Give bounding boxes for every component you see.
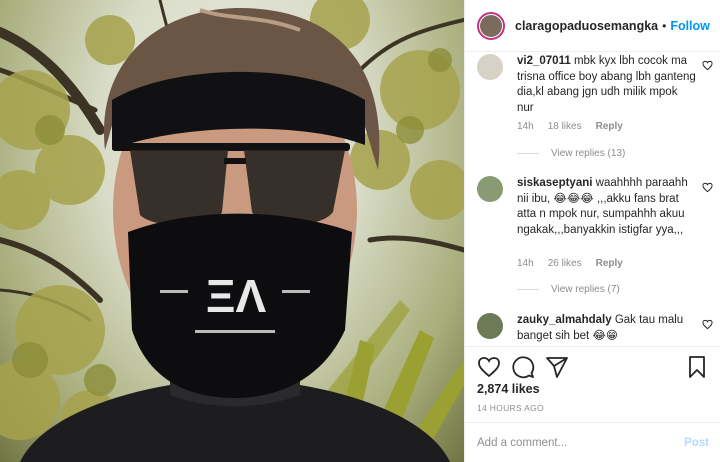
add-comment-bar: Post (465, 422, 720, 462)
add-comment-input[interactable] (477, 436, 685, 449)
view-replies[interactable]: View replies (13) (517, 148, 625, 159)
reply-button[interactable]: Reply (596, 258, 623, 269)
comment-icon[interactable] (511, 355, 535, 379)
post-timestamp: 14 HOURS AGO (477, 403, 544, 413)
author-avatar[interactable] (477, 11, 505, 40)
likes-count[interactable]: 2,874 likes (477, 382, 540, 396)
view-replies-label[interactable]: View replies (13) (551, 148, 625, 159)
bookmark-icon[interactable] (685, 355, 709, 379)
small-heart-icon[interactable] (702, 182, 713, 193)
commenter-avatar[interactable] (477, 176, 503, 202)
comment-meta: 14h 26 likes Reply (517, 258, 637, 269)
view-replies-line (517, 153, 539, 154)
author-username[interactable]: claragopaduosemangka (515, 19, 658, 33)
commenter-avatar[interactable] (477, 313, 503, 339)
view-replies-line (517, 289, 539, 290)
comment-likes[interactable]: 18 likes (548, 121, 582, 132)
small-heart-icon[interactable] (702, 60, 713, 71)
commenter-username[interactable]: zauky_almahdaly (517, 314, 612, 326)
comment-likes[interactable]: 26 likes (548, 258, 582, 269)
heart-icon[interactable] (477, 355, 501, 379)
mask-logo: ΞΛ (206, 270, 267, 322)
instagram-post: ΞΛ claragopaduosemangka • Follow vi2_070… (0, 0, 720, 462)
post-photo[interactable]: ΞΛ (0, 0, 464, 462)
comment-time: 14h (517, 121, 534, 132)
action-bar (465, 346, 720, 386)
small-heart-icon[interactable] (702, 319, 713, 330)
commenter-username[interactable]: siskaseptyani (517, 177, 592, 189)
comment-meta: 14h 18 likes Reply (517, 121, 637, 132)
view-replies[interactable]: View replies (7) (517, 284, 620, 295)
comment-body: vi2_07011 mbk kyx lbh cocok ma trisna of… (517, 54, 697, 116)
comment-time: 14h (517, 258, 534, 269)
comments-panel: claragopaduosemangka • Follow vi2_07011 … (464, 0, 720, 462)
reply-button[interactable]: Reply (596, 121, 623, 132)
comment-body: siskaseptyani waahhhh paraahh nii ibu, 😂… (517, 176, 697, 238)
post-header: claragopaduosemangka • Follow (465, 0, 720, 52)
comment-list[interactable]: vi2_07011 mbk kyx lbh cocok ma trisna of… (465, 53, 720, 346)
view-replies-label[interactable]: View replies (7) (551, 284, 620, 295)
follow-button[interactable]: Follow (670, 19, 710, 33)
selfie-illustration: ΞΛ (0, 0, 464, 462)
post-comment-button[interactable]: Post (684, 437, 709, 449)
comment-body: zauky_almahdaly Gak tau malu banget sih … (517, 313, 697, 344)
header-separator: • (662, 18, 667, 33)
share-icon[interactable] (545, 355, 569, 379)
commenter-avatar[interactable] (477, 54, 503, 80)
commenter-username[interactable]: vi2_07011 (517, 55, 571, 67)
